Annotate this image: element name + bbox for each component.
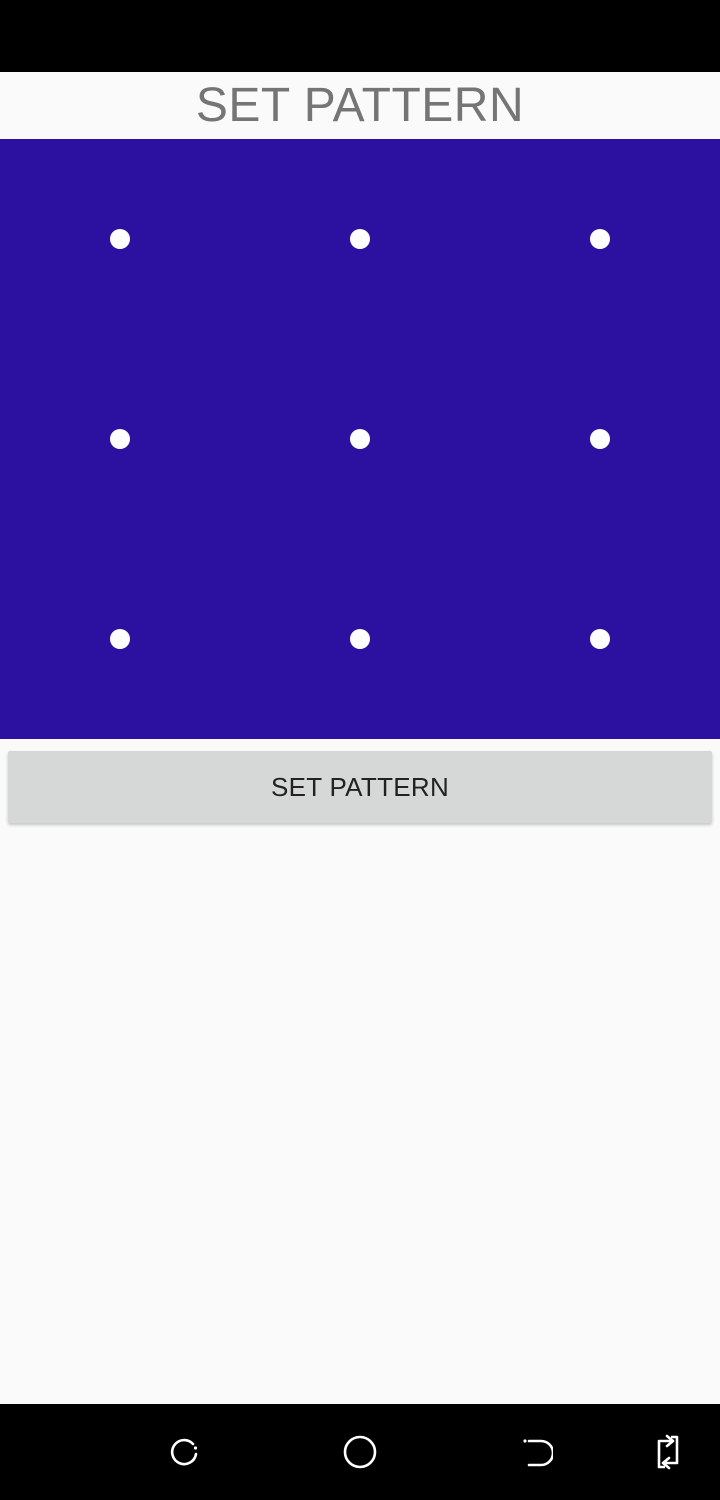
set-pattern-button[interactable]: SET PATTERN <box>8 751 712 823</box>
back-icon <box>523 1439 553 1467</box>
back-button[interactable] <box>516 1432 556 1472</box>
pattern-dot-3[interactable] <box>590 229 610 249</box>
pattern-dot-4[interactable] <box>110 429 130 449</box>
home-button[interactable] <box>340 1432 380 1472</box>
pattern-lock-grid[interactable] <box>0 139 720 739</box>
pattern-dot-1[interactable] <box>110 229 130 249</box>
pattern-dot-2[interactable] <box>350 229 370 249</box>
pattern-dot-7[interactable] <box>110 629 130 649</box>
rotate-icon <box>657 1434 679 1470</box>
page-title: SET PATTERN <box>195 78 525 132</box>
rotate-button[interactable] <box>648 1432 688 1472</box>
recents-button[interactable] <box>164 1432 204 1472</box>
pattern-dot-9[interactable] <box>590 629 610 649</box>
navigation-bar <box>0 1404 720 1500</box>
title-bar: SET PATTERN <box>0 72 720 139</box>
status-bar <box>0 0 720 72</box>
home-icon <box>343 1435 377 1469</box>
pattern-dot-5[interactable] <box>350 429 370 449</box>
pattern-dot-8[interactable] <box>350 629 370 649</box>
recents-icon <box>170 1438 198 1466</box>
pattern-dot-6[interactable] <box>590 429 610 449</box>
